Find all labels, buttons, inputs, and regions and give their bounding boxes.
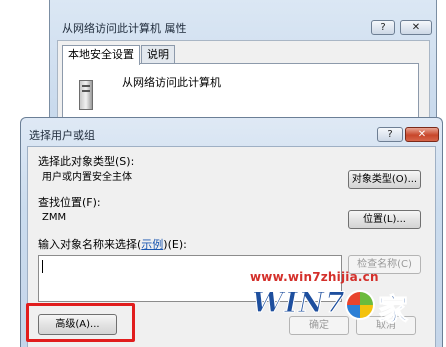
examples-link[interactable]: 示例 [141,238,163,251]
watermark-url: www.win7zhijia.cn [250,270,379,284]
tab-explain[interactable]: 说明 [141,45,175,64]
object-type-label: 选择此对象类型(S): [38,155,135,168]
dialog-close-button[interactable]: ✕ [405,127,439,142]
watermark-logo-text: WIN7 [252,286,346,320]
policy-name: 从网络访问此计算机 [122,76,221,89]
properties-tabs: 本地安全设置 说明 [62,45,176,65]
flag-blue-quadrant [347,305,360,318]
windows-flag-icon [345,290,375,320]
location-field: ZMM [38,210,342,227]
object-names-label-suffix: )(E): [163,238,187,251]
location-label: 查找位置(F): [38,196,101,209]
dialog-help-button[interactable]: ? [377,127,403,142]
locations-button[interactable]: 位置(L)... [348,210,421,229]
object-names-label-prefix: 输入对象名称来选择( [38,238,142,251]
flag-green-quadrant [360,292,373,305]
object-names-label: 输入对象名称来选择(示例)(E): [38,236,187,252]
tab-local-security-setting[interactable]: 本地安全设置 [62,45,140,65]
properties-window-title: 从网络访问此计算机 属性 [62,22,187,35]
object-types-button[interactable]: 对象类型(O)... [348,170,421,189]
dialog-title: 选择用户或组 [29,129,95,142]
text-caret [42,260,43,273]
object-type-field: 用户或内置安全主体 [38,170,342,187]
properties-close-button[interactable]: ✕ [400,20,432,35]
highlight-box [26,303,135,342]
watermark-logo-char: 家 [378,293,409,329]
server-icon [79,80,93,110]
flag-red-quadrant [347,292,360,305]
properties-help-button[interactable]: ? [371,20,395,35]
